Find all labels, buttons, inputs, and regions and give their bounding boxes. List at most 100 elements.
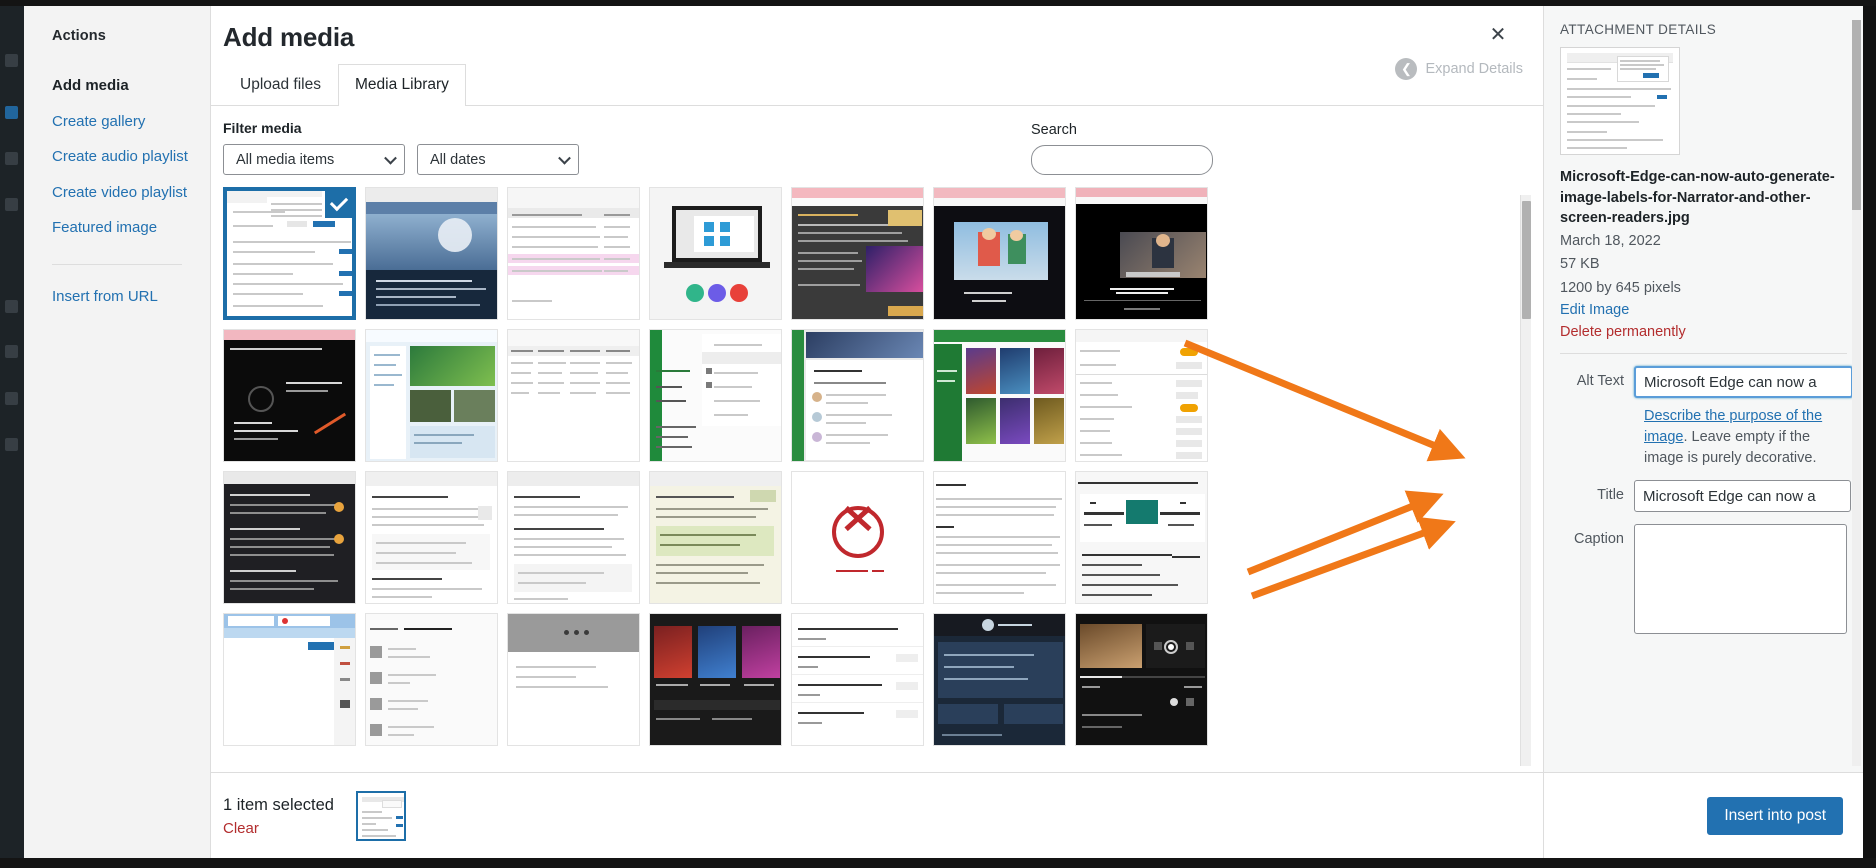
- screen-root: Actions Add media Create gallery Create …: [0, 0, 1876, 868]
- edit-image-link[interactable]: Edit Image: [1560, 300, 1847, 322]
- expand-details-label: Expand Details: [1425, 61, 1523, 77]
- tab-label: Upload files: [240, 76, 321, 93]
- media-grid-item[interactable]: [365, 613, 498, 746]
- admin-menu-strip: [0, 0, 24, 868]
- media-grid-item[interactable]: [223, 471, 356, 604]
- sidebar-item-create-video-playlist[interactable]: Create video playlist: [24, 175, 210, 211]
- attachment-divider: [1560, 353, 1847, 354]
- media-grid-item[interactable]: [933, 471, 1066, 604]
- media-grid-item[interactable]: [791, 329, 924, 462]
- page-right-edge: [1863, 0, 1876, 868]
- media-grid-item[interactable]: [365, 329, 498, 462]
- media-grid-item[interactable]: [1075, 329, 1208, 462]
- thumbnail-image: [366, 472, 497, 603]
- media-grid-wrapper: [211, 187, 1543, 772]
- scrollbar-thumb[interactable]: [1852, 20, 1861, 210]
- media-grid-item[interactable]: [649, 187, 782, 320]
- chevron-left-circle-icon: ❮: [1395, 58, 1417, 80]
- sidebar-item-featured-image[interactable]: Featured image: [24, 210, 210, 246]
- add-media-modal: Actions Add media Create gallery Create …: [24, 6, 1863, 858]
- attachment-filename: Microsoft-Edge-can-now-auto-generate-ima…: [1560, 167, 1847, 229]
- media-grid-item[interactable]: [507, 613, 640, 746]
- attachment-details-heading: ATTACHMENT DETAILS: [1544, 6, 1863, 47]
- media-grid-item[interactable]: [1075, 187, 1208, 320]
- media-grid-item[interactable]: [365, 187, 498, 320]
- thumbnail-image: [508, 330, 639, 461]
- media-grid-item[interactable]: [791, 471, 924, 604]
- media-grid-item[interactable]: [507, 187, 640, 320]
- attachment-preview-image[interactable]: [1560, 47, 1680, 155]
- attachment-panel-scrollbar[interactable]: [1852, 20, 1861, 766]
- attachment-dimensions: 1200 by 645 pixels: [1560, 278, 1847, 300]
- thumbnail-image: [934, 614, 1065, 745]
- media-grid-item[interactable]: [933, 613, 1066, 746]
- check-icon[interactable]: [322, 187, 356, 221]
- title-label: Title: [1560, 480, 1634, 503]
- tab-upload-files[interactable]: Upload files: [223, 64, 338, 106]
- scrollbar-thumb[interactable]: [1522, 201, 1531, 319]
- clear-selection-link[interactable]: Clear: [223, 820, 334, 837]
- modal-sidebar: Actions Add media Create gallery Create …: [24, 6, 211, 858]
- media-grid-item[interactable]: [223, 187, 356, 320]
- thumbnail-image: [366, 188, 497, 319]
- filter-selects: All media items All dates: [223, 144, 579, 175]
- expand-details-button[interactable]: ❮ Expand Details: [1395, 58, 1523, 80]
- sidebar-divider: [52, 264, 182, 265]
- thumbnail-image: [508, 188, 639, 319]
- media-grid-item[interactable]: [1075, 471, 1208, 604]
- media-grid-item[interactable]: [649, 471, 782, 604]
- media-grid-item[interactable]: [933, 329, 1066, 462]
- chevron-down-icon: [558, 151, 571, 164]
- tab-media-library[interactable]: Media Library: [338, 64, 466, 106]
- selection-count: 1 item selected: [223, 794, 334, 816]
- modal-header: Add media ✕ ❮ Expand Details: [211, 6, 1543, 60]
- media-grid-item[interactable]: [1075, 613, 1208, 746]
- modal-footer: Insert into post: [1544, 772, 1863, 858]
- media-grid: [223, 187, 1223, 746]
- media-grid-item[interactable]: [649, 329, 782, 462]
- sidebar-item-create-audio-playlist[interactable]: Create audio playlist: [24, 139, 210, 175]
- media-grid-item[interactable]: [649, 613, 782, 746]
- media-grid-item[interactable]: [223, 329, 356, 462]
- media-grid-item[interactable]: [365, 471, 498, 604]
- thumbnail-image: [650, 614, 781, 745]
- delete-permanently-link[interactable]: Delete permanently: [1560, 322, 1847, 344]
- thumbnail-image: [650, 330, 781, 461]
- sidebar-item-label: Create audio playlist: [52, 148, 188, 165]
- alt-text-helper: Describe the purpose of the image. Leave…: [1644, 406, 1847, 468]
- selected-item-thumbnail[interactable]: [356, 791, 406, 841]
- insert-into-post-button[interactable]: Insert into post: [1707, 797, 1843, 835]
- attachment-details-body: Microsoft-Edge-can-now-auto-generate-ima…: [1544, 47, 1863, 772]
- page-bottom-edge: [0, 858, 1876, 868]
- caption-textarea[interactable]: [1634, 524, 1847, 634]
- modal-main: Add media ✕ ❮ Expand Details Upload file…: [211, 6, 1543, 858]
- media-grid-item[interactable]: [507, 471, 640, 604]
- selection-toolbar: 1 item selected Clear: [211, 772, 1543, 858]
- sidebar-item-add-media[interactable]: Add media: [24, 68, 210, 104]
- sidebar-item-create-gallery[interactable]: Create gallery: [24, 104, 210, 140]
- media-grid-item[interactable]: [507, 329, 640, 462]
- filter-bar: Filter media All media items All dates: [211, 106, 1543, 185]
- media-grid-item[interactable]: [791, 613, 924, 746]
- sidebar-item-label: Featured image: [52, 219, 157, 236]
- thumbnail-image: [224, 472, 355, 603]
- thumbnail-image: [1076, 330, 1207, 461]
- title-input[interactable]: [1634, 480, 1851, 512]
- close-icon[interactable]: ✕: [1481, 18, 1515, 52]
- search-input[interactable]: [1031, 145, 1213, 175]
- date-filter-select[interactable]: All dates: [417, 144, 579, 175]
- alt-text-field-row: Alt Text: [1560, 366, 1847, 398]
- media-type-select[interactable]: All media items: [223, 144, 405, 175]
- thumbnail-image: [792, 330, 923, 461]
- media-grid-scrollbar[interactable]: [1520, 195, 1531, 766]
- attachment-details-panel: ATTACHMENT DETAILS: [1543, 6, 1863, 858]
- media-grid-item[interactable]: [933, 187, 1066, 320]
- thumbnail-image: [224, 330, 355, 461]
- sidebar-item-insert-from-url[interactable]: Insert from URL: [24, 279, 210, 315]
- thumbnail-image: [650, 188, 781, 319]
- media-grid-item[interactable]: [791, 187, 924, 320]
- date-filter-value: All dates: [430, 152, 486, 168]
- media-grid-item[interactable]: [223, 613, 356, 746]
- alt-text-input[interactable]: [1634, 366, 1853, 398]
- alt-text-label: Alt Text: [1560, 366, 1634, 389]
